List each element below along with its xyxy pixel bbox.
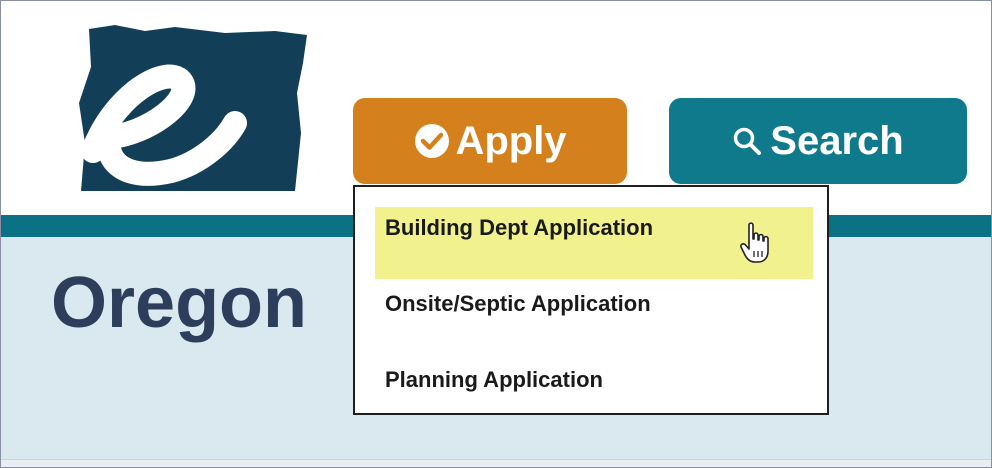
search-button-label: Search [770,118,904,163]
check-circle-icon [413,122,451,160]
bottom-divider [1,459,991,467]
menu-item-planning-application[interactable]: Planning Application [385,367,603,393]
hand-pointer-icon [739,221,773,265]
apply-button-label: Apply [455,118,567,163]
page-frame: Apply Search Oregon Building Dept Applic… [0,0,992,468]
site-header: Apply Search [1,1,991,215]
search-button[interactable]: Search [669,98,967,184]
search-icon [732,126,762,156]
menu-item-building-dept-application[interactable]: Building Dept Application [385,215,653,241]
eoregon-logo[interactable] [75,23,311,193]
menu-item-onsite-septic-application[interactable]: Onsite/Septic Application [385,291,651,317]
apply-button[interactable]: Apply [353,98,627,184]
page-title: Oregon [51,263,308,343]
eoregon-logo-icon [79,25,307,191]
apply-dropdown-menu: Building Dept Application Onsite/Septic … [353,185,829,415]
